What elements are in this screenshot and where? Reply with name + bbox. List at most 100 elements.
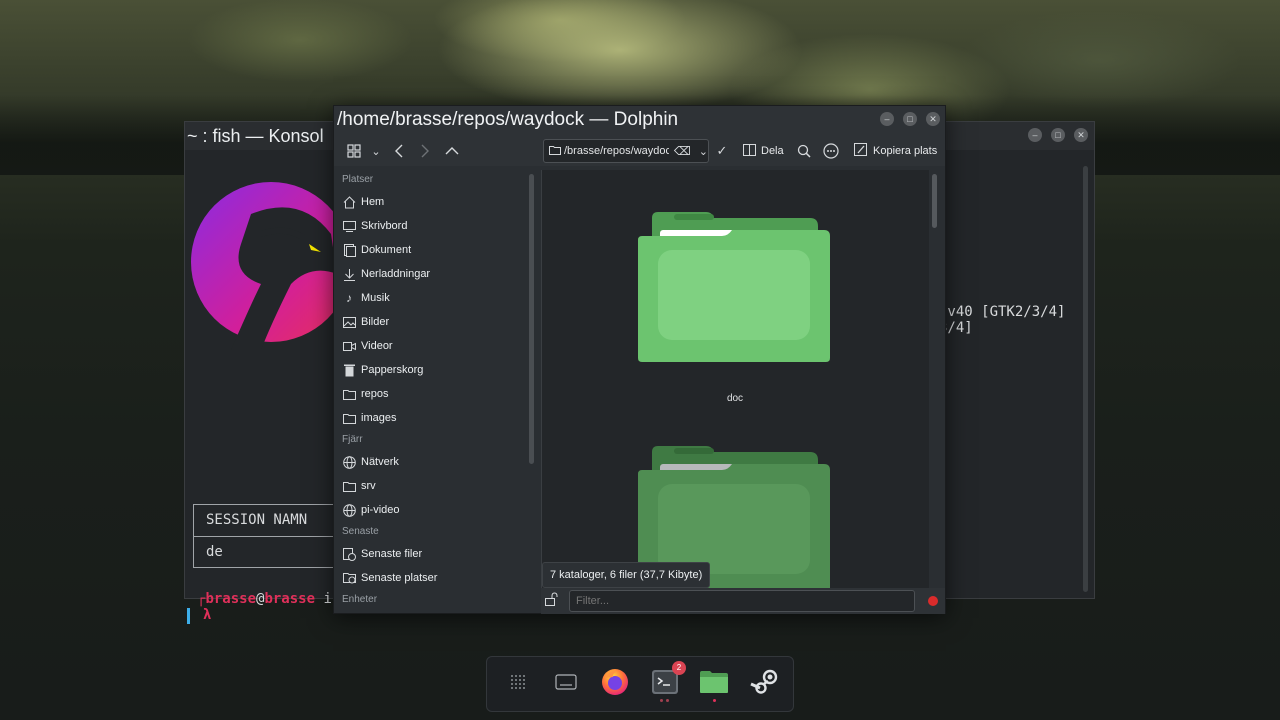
dragon-logo [191, 182, 337, 350]
sidebar-item-label: Senaste filer [361, 548, 423, 560]
maximize-button[interactable]: □ [1051, 128, 1065, 142]
sidebar-item-images[interactable]: images [334, 406, 525, 430]
share-button[interactable]: Dela [743, 140, 784, 162]
remote-header: Fjärr [342, 434, 363, 445]
maximize-button[interactable]: □ [903, 112, 917, 126]
dolphin-titlebar[interactable]: /home/brasse/repos/waydock — Dolphin – □… [334, 106, 945, 136]
clear-icon[interactable]: ⌫ [674, 144, 691, 158]
dolphin-title: /home/brasse/repos/waydock — Dolphin [337, 109, 679, 130]
dolphin-toolbar: ⌄ /brasse/repos/waydock/ ⌫ ⌄ ✓ Dela Kopi… [334, 136, 945, 166]
file-view[interactable]: doc [541, 170, 929, 588]
minimize-button[interactable]: – [880, 112, 894, 126]
chevron-down-icon[interactable]: ⌄ [699, 145, 708, 158]
folder-icon [342, 387, 356, 401]
close-button[interactable]: ✕ [926, 112, 940, 126]
recent-files-icon [342, 547, 356, 561]
files-icon [700, 671, 728, 693]
sidebar-item-repos[interactable]: repos [334, 382, 525, 406]
filter-input[interactable] [569, 590, 915, 612]
dock-item-steam[interactable] [749, 667, 779, 697]
location-path: /brasse/repos/waydock/ [564, 145, 669, 157]
sidebar-item-documents[interactable]: Dokument [334, 238, 525, 262]
prompt-line: ┌brasse@brasse i [197, 591, 332, 607]
dock-item-app-launcher[interactable] [503, 667, 533, 697]
running-indicator [713, 699, 716, 702]
sidebar-item-music[interactable]: ♪ Musik [334, 286, 525, 310]
back-icon[interactable] [388, 140, 410, 162]
notification-badge: 2 [672, 661, 686, 675]
filter-bar [541, 588, 945, 614]
dolphin-window[interactable]: /home/brasse/repos/waydock — Dolphin – □… [333, 105, 946, 614]
dock-item-firefox[interactable] [600, 667, 630, 697]
sidebar-item-downloads[interactable]: Nerladdningar [334, 262, 525, 286]
share-label: Dela [761, 145, 784, 157]
dock-item-files[interactable] [699, 667, 729, 697]
confirm-icon[interactable]: ✓ [711, 140, 733, 162]
document-icon [342, 243, 356, 257]
folder-label: doc [726, 393, 744, 404]
sidebar-item-recent-places[interactable]: Senaste platser [334, 566, 525, 590]
running-indicator [660, 699, 663, 702]
sidebar-scrollbar[interactable] [529, 174, 534, 464]
dock-item-terminal[interactable]: 2 [650, 661, 686, 697]
places-header: Platser [342, 174, 374, 185]
close-button[interactable]: ✕ [1074, 128, 1088, 142]
folder-icon [342, 479, 356, 493]
sidebar-item-label: Senaste platser [361, 572, 438, 584]
sidebar-item-label: Nerladdningar [361, 268, 431, 280]
konsole-scrollbar[interactable] [1083, 166, 1088, 592]
desktop-icon [342, 219, 356, 233]
sidebar-item-label: Nätverk [361, 456, 399, 468]
sidebar-item-desktop[interactable]: Skrivbord [334, 214, 525, 238]
sidebar-item-videos[interactable]: Videor [334, 334, 525, 358]
view-mode-icon[interactable] [343, 140, 365, 162]
folder-icon [549, 145, 561, 158]
sidebar-item-label: pi-video [361, 504, 400, 516]
keyboard-icon [555, 674, 577, 690]
file-view-scrollbar[interactable] [932, 174, 937, 228]
download-icon [342, 267, 356, 281]
sidebar-item-label: Skrivbord [361, 220, 408, 232]
folder-item[interactable] [638, 210, 832, 367]
forward-icon[interactable] [414, 140, 436, 162]
network-icon [342, 455, 356, 469]
copy-location-button[interactable]: Kopiera plats [854, 140, 937, 162]
sidebar-item-label: repos [361, 388, 389, 400]
steam-icon [750, 669, 778, 694]
close-filter-icon[interactable] [928, 596, 938, 606]
recent-places-icon [342, 571, 356, 585]
sidebar-item-label: images [361, 412, 397, 424]
image-icon [342, 315, 356, 329]
home-icon [342, 195, 356, 209]
sidebar-item-label: Papperskorg [361, 364, 424, 376]
sidebar-item-label: Dokument [361, 244, 412, 256]
folder-icon [638, 212, 830, 362]
split-view-icon [743, 143, 756, 159]
sidebar-item-network[interactable]: Nätverk [334, 450, 525, 474]
trash-icon [342, 363, 356, 377]
status-text: 7 kataloger, 6 filer (37,7 Kibyte) [542, 562, 711, 588]
minimize-button[interactable]: – [1028, 128, 1042, 142]
location-bar[interactable]: /brasse/repos/waydock/ ⌫ ⌄ [543, 139, 709, 163]
sidebar-item-label: Videor [361, 340, 393, 352]
places-panel: Platser Hem Skrivbord Dokument Nerladdni… [334, 170, 525, 613]
recent-header: Senaste [342, 526, 379, 537]
video-icon [342, 339, 356, 353]
chevron-down-icon[interactable]: ⌄ [365, 140, 387, 162]
more-options-icon[interactable] [820, 140, 842, 162]
dock-item-keyboard[interactable] [551, 667, 581, 697]
sidebar-item-home[interactable]: Hem [334, 190, 525, 214]
sidebar-item-pi-video[interactable]: pi-video [334, 498, 525, 522]
sidebar-item-recent-files[interactable]: Senaste filer [334, 542, 525, 566]
up-icon[interactable] [441, 140, 463, 162]
edit-location-icon [854, 143, 868, 159]
sidebar-item-pictures[interactable]: Bilder [334, 310, 525, 334]
app-launcher-icon [511, 675, 525, 689]
sidebar-item-trash[interactable]: Papperskorg [334, 358, 525, 382]
prompt-lambda: λ [203, 607, 212, 623]
running-indicator [666, 699, 669, 702]
search-icon[interactable] [793, 140, 815, 162]
konsole-title: ~ : fish — Konsol [187, 126, 324, 146]
sidebar-item-srv[interactable]: srv [334, 474, 525, 498]
lock-icon[interactable] [545, 592, 558, 609]
